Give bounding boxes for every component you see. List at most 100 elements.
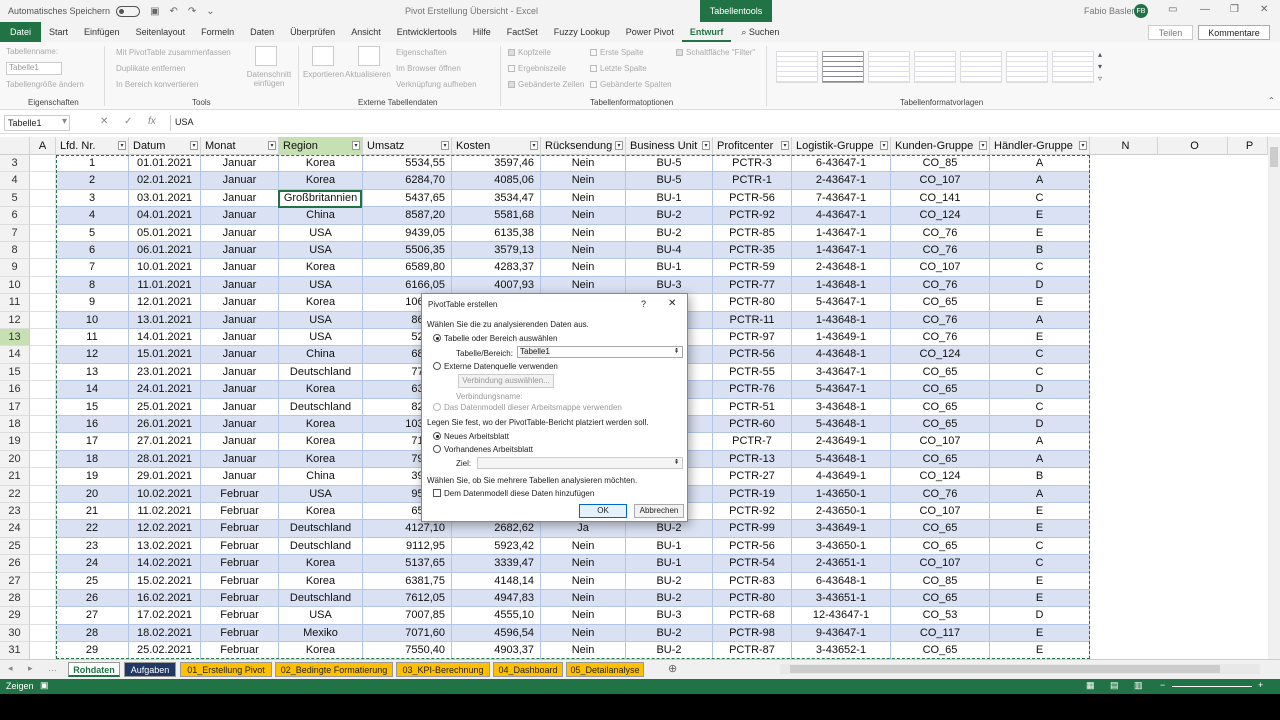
table-cell[interactable]: Korea <box>279 155 363 173</box>
range-collapse-icon[interactable]: ⇞ <box>672 348 681 356</box>
table-style-swatch[interactable] <box>1006 51 1048 83</box>
table-cell[interactable]: BU-2 <box>626 624 713 643</box>
close-icon[interactable]: ✕ <box>668 298 676 309</box>
table-cell[interactable]: Januar <box>201 294 279 312</box>
table-cell[interactable]: Nein <box>541 172 626 190</box>
table-cell[interactable]: Januar <box>201 416 279 434</box>
cell-a[interactable] <box>30 642 56 659</box>
styles-scroll-down-icon[interactable]: ▾ <box>1098 62 1102 71</box>
minimize-icon[interactable]: — <box>1200 4 1210 15</box>
row-header[interactable]: 26 <box>0 555 30 573</box>
row-header[interactable]: 17 <box>0 398 30 416</box>
table-cell[interactable]: Februar <box>201 572 279 590</box>
column-header-4[interactable]: Region ▾ <box>279 137 363 155</box>
table-cell[interactable]: 1-43647-1 <box>792 224 891 242</box>
page-layout-view-icon[interactable]: ▤ <box>1110 680 1119 691</box>
row-header[interactable]: 6 <box>0 207 30 225</box>
row-header[interactable]: 3 <box>0 155 30 173</box>
table-cell[interactable]: 2-43648-1 <box>792 259 891 277</box>
choose-connection-button[interactable]: Verbindung auswählen... <box>458 374 554 388</box>
table-cell[interactable]: 5-43647-1 <box>792 294 891 312</box>
table-cell[interactable]: PCTR-85 <box>713 224 792 242</box>
table-cell[interactable]: CO_107 <box>891 503 990 521</box>
table-cell[interactable]: 5 <box>56 224 129 242</box>
table-cell[interactable]: A <box>990 450 1090 469</box>
table-cell[interactable]: Ja <box>541 520 626 538</box>
table-cell[interactable]: PCTR-59 <box>713 259 792 277</box>
table-cell[interactable]: Deutschland <box>279 537 363 556</box>
zoom-slider[interactable] <box>1172 686 1252 687</box>
table-cell[interactable]: PCTR-54 <box>713 555 792 573</box>
table-cell[interactable]: E <box>990 294 1090 312</box>
row-header[interactable]: 5 <box>0 189 30 208</box>
normal-view-icon[interactable]: ▦ <box>1086 680 1095 691</box>
table-cell[interactable]: PCTR-87 <box>713 642 792 659</box>
table-cell[interactable]: 4283,37 <box>452 259 541 277</box>
cancel-icon[interactable]: ✕ <box>100 116 108 127</box>
table-cell[interactable]: USA <box>279 607 363 625</box>
table-cell[interactable]: 10.01.2021 <box>129 259 201 277</box>
table-cell[interactable]: 7007,85 <box>363 607 452 625</box>
macro-record-icon[interactable]: ▣ <box>40 680 49 691</box>
zoom-out-icon[interactable]: − <box>1160 680 1165 690</box>
column-header-7[interactable]: Rücksendung ▾ <box>541 137 626 155</box>
table-cell[interactable]: BU-1 <box>626 259 713 277</box>
cell-a[interactable] <box>30 242 56 260</box>
table-cell[interactable]: 1-43648-1 <box>792 276 891 295</box>
tab-review[interactable]: Überprüfen <box>282 22 343 42</box>
refresh-button[interactable]: Aktualisieren <box>345 70 391 79</box>
vertical-scroll-thumb[interactable] <box>1270 147 1278 167</box>
row-header[interactable]: 30 <box>0 624 30 643</box>
tab-formulas[interactable]: Formeln <box>193 22 242 42</box>
table-cell[interactable]: BU-4 <box>626 242 713 260</box>
column-header-8[interactable]: Business Unit ▾ <box>626 137 713 155</box>
table-cell[interactable]: Januar <box>201 468 279 486</box>
table-style-swatch[interactable] <box>776 51 818 83</box>
table-cell[interactable]: 6 <box>56 242 129 260</box>
table-cell[interactable]: 6381,75 <box>363 572 452 590</box>
table-cell[interactable]: 7550,40 <box>363 642 452 659</box>
table-cell[interactable]: 17 <box>56 433 129 451</box>
table-cell[interactable]: 04.01.2021 <box>129 207 201 225</box>
table-cell[interactable]: BU-3 <box>626 607 713 625</box>
filter-dropdown-icon[interactable]: ▾ <box>781 141 789 150</box>
table-cell[interactable]: Deutschland <box>279 398 363 416</box>
tab-help[interactable]: Hilfe <box>465 22 499 42</box>
table-cell[interactable]: 9-43647-1 <box>792 624 891 643</box>
summarize-pivot-button[interactable]: Mit PivotTable zusammenfassen <box>116 48 231 57</box>
tab-view[interactable]: Ansicht <box>343 22 389 42</box>
cell-a[interactable] <box>30 503 56 521</box>
table-cell[interactable]: 6135,38 <box>452 224 541 242</box>
row-header[interactable]: 4 <box>0 172 30 190</box>
table-cell[interactable]: Korea <box>279 642 363 659</box>
cell-a[interactable] <box>30 572 56 590</box>
name-box[interactable]: Tabelle1 <box>4 115 70 131</box>
sheet-tab-rohdaten[interactable]: Rohdaten <box>68 662 120 677</box>
table-cell[interactable]: CO_76 <box>891 311 990 329</box>
table-cell[interactable]: 15.02.2021 <box>129 572 201 590</box>
table-cell[interactable]: Januar <box>201 363 279 382</box>
table-cell[interactable]: A <box>990 433 1090 451</box>
table-cell[interactable]: Januar <box>201 189 279 208</box>
sheet-tab-dashboard[interactable]: 04_Dashboard <box>493 662 563 677</box>
table-cell[interactable]: 4947,83 <box>452 590 541 608</box>
row-header[interactable]: 27 <box>0 572 30 590</box>
table-cell[interactable]: 3339,47 <box>452 555 541 573</box>
table-cell[interactable]: 6-43647-1 <box>792 155 891 173</box>
table-cell[interactable]: CO_76 <box>891 329 990 347</box>
table-cell[interactable]: 18 <box>56 450 129 469</box>
filter-button-checkbox[interactable] <box>676 49 683 56</box>
close-window-icon[interactable]: ✕ <box>1260 4 1268 15</box>
table-cell[interactable]: CO_76 <box>891 242 990 260</box>
cell-a[interactable] <box>30 311 56 329</box>
table-cell[interactable]: 4903,37 <box>452 642 541 659</box>
sheet-tab-detailanalyse[interactable]: 05_Detailanalyse <box>566 662 644 677</box>
table-cell[interactable]: CO_124 <box>891 468 990 486</box>
table-cell[interactable]: PCTR-7 <box>713 433 792 451</box>
table-cell[interactable]: Februar <box>201 520 279 538</box>
table-cell[interactable]: B <box>990 242 1090 260</box>
column-header-2[interactable]: Datum ▾ <box>129 137 201 155</box>
table-cell[interactable]: USA <box>279 329 363 347</box>
table-cell[interactable]: 05.01.2021 <box>129 224 201 242</box>
table-cell[interactable]: PCTR-11 <box>713 311 792 329</box>
